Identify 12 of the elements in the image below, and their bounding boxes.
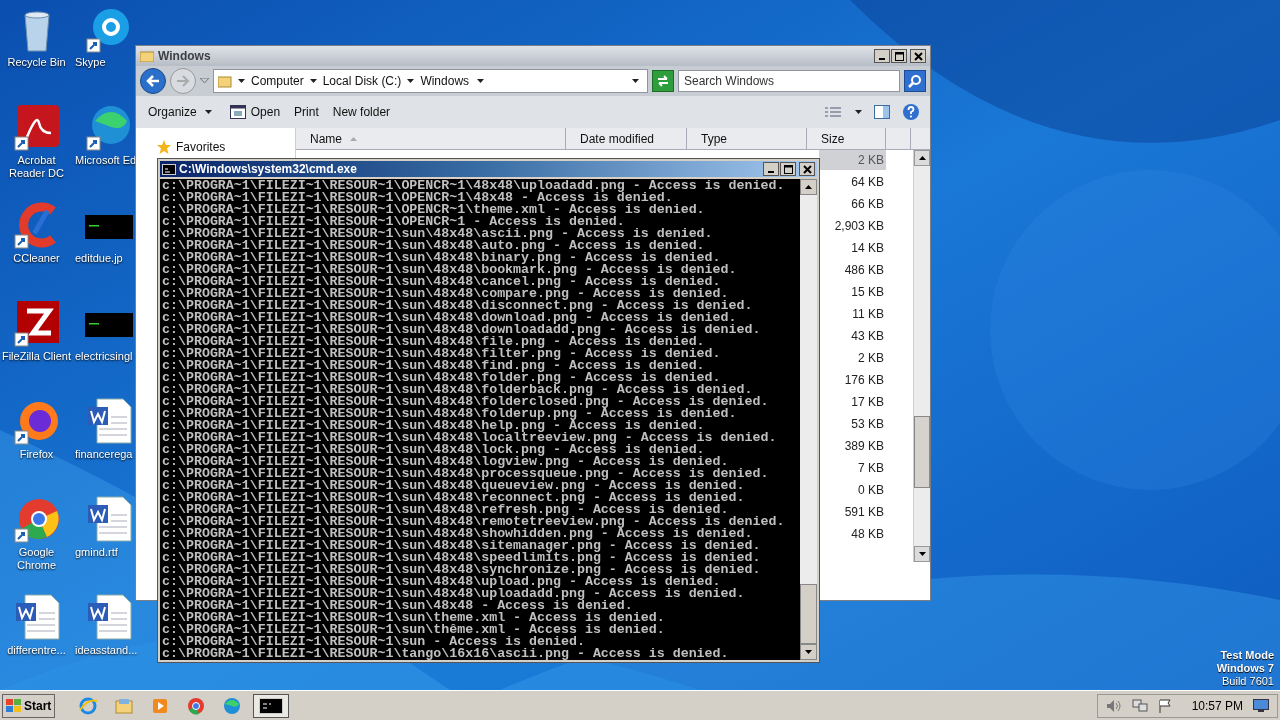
monitor-icon [1253, 699, 1269, 712]
app-icon [259, 697, 284, 714]
app-icon [78, 695, 99, 716]
taskbar-app-button[interactable] [253, 693, 290, 718]
start-button[interactable]: Start [2, 693, 56, 718]
windows-logo-icon [6, 698, 22, 713]
show-desktop-button[interactable] [1253, 699, 1269, 712]
app-icon [186, 695, 207, 716]
flag-icon [1157, 698, 1172, 713]
network-icon [1131, 698, 1148, 713]
speaker-icon [1105, 698, 1122, 713]
app-icon [222, 695, 243, 716]
